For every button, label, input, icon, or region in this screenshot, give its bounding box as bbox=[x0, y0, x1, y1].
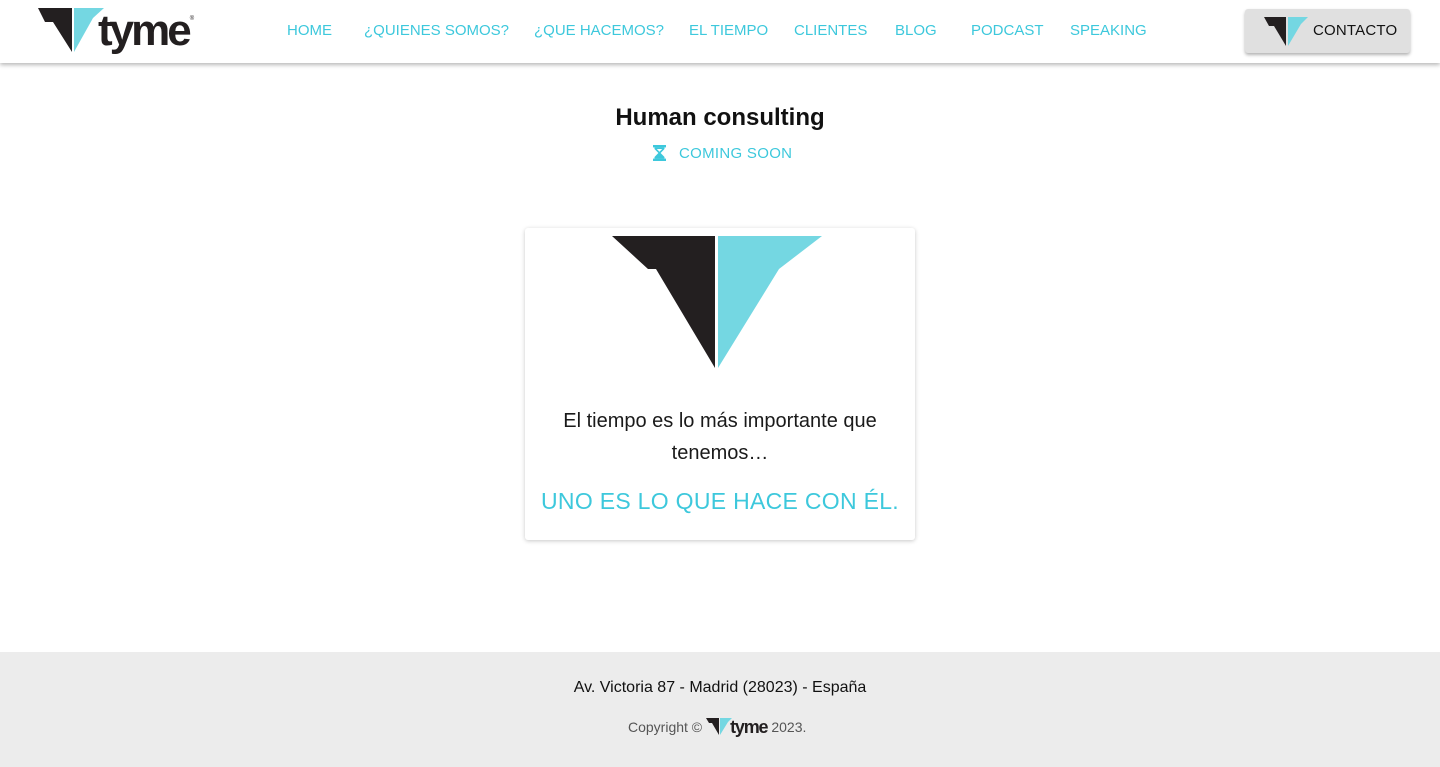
site-footer: Av. Victoria 87 - Madrid (28023) - Españ… bbox=[0, 652, 1440, 767]
copyright-brand: tyme bbox=[730, 716, 768, 737]
page-title: Human consulting bbox=[615, 104, 825, 131]
status-badge: COMING SOON bbox=[653, 144, 793, 162]
nav-link-home[interactable]: HOME bbox=[287, 22, 332, 40]
card-tagline: UNO ES LO QUE HACE CON ÉL. bbox=[541, 488, 899, 514]
tyme-logo-icon bbox=[1264, 17, 1308, 46]
hourglass-icon bbox=[653, 145, 666, 161]
copyright-year: 2023. bbox=[771, 719, 807, 735]
nav-link-quienes-somos[interactable]: ¿QUIENES SOMOS? bbox=[364, 22, 509, 40]
copyright-prefix: Copyright © bbox=[628, 719, 703, 735]
site-header: tyme ® HOME ¿QUIENES SOMOS? ¿QUE HACEMOS… bbox=[0, 0, 1440, 63]
nav-link-clientes[interactable]: CLIENTES bbox=[794, 22, 867, 40]
tagline-card: El tiempo es lo más importante que tenem… bbox=[525, 228, 915, 540]
registered-mark: ® bbox=[189, 16, 195, 22]
nav-link-que-hacemos[interactable]: ¿QUE HACEMOS? bbox=[534, 22, 664, 40]
nav-link-podcast[interactable]: PODCAST bbox=[971, 22, 1044, 40]
contact-button[interactable]: CONTACTO bbox=[1245, 9, 1410, 53]
brand-logo-link[interactable]: tyme ® bbox=[38, 8, 194, 54]
footer-copyright: Copyright © tyme 2023. bbox=[628, 717, 806, 737]
status-text: COMING SOON bbox=[679, 144, 793, 162]
nav-link-speaking[interactable]: SPEAKING bbox=[1070, 22, 1147, 40]
brand-wordmark: tyme bbox=[98, 6, 192, 55]
nav-link-blog[interactable]: BLOG bbox=[895, 22, 937, 40]
page: tyme ® HOME ¿QUIENES SOMOS? ¿QUE HACEMOS… bbox=[0, 0, 1440, 767]
footer-address: Av. Victoria 87 - Madrid (28023) - Españ… bbox=[573, 679, 867, 696]
nav-link-el-tiempo[interactable]: EL TIEMPO bbox=[689, 22, 768, 40]
contact-button-label: CONTACTO bbox=[1313, 22, 1398, 39]
tyme-logo-icon bbox=[612, 236, 822, 368]
card-quote: El tiempo es lo más importante que tenem… bbox=[563, 410, 877, 464]
tyme-logo-icon bbox=[38, 8, 104, 52]
tyme-logo-icon bbox=[706, 718, 733, 735]
